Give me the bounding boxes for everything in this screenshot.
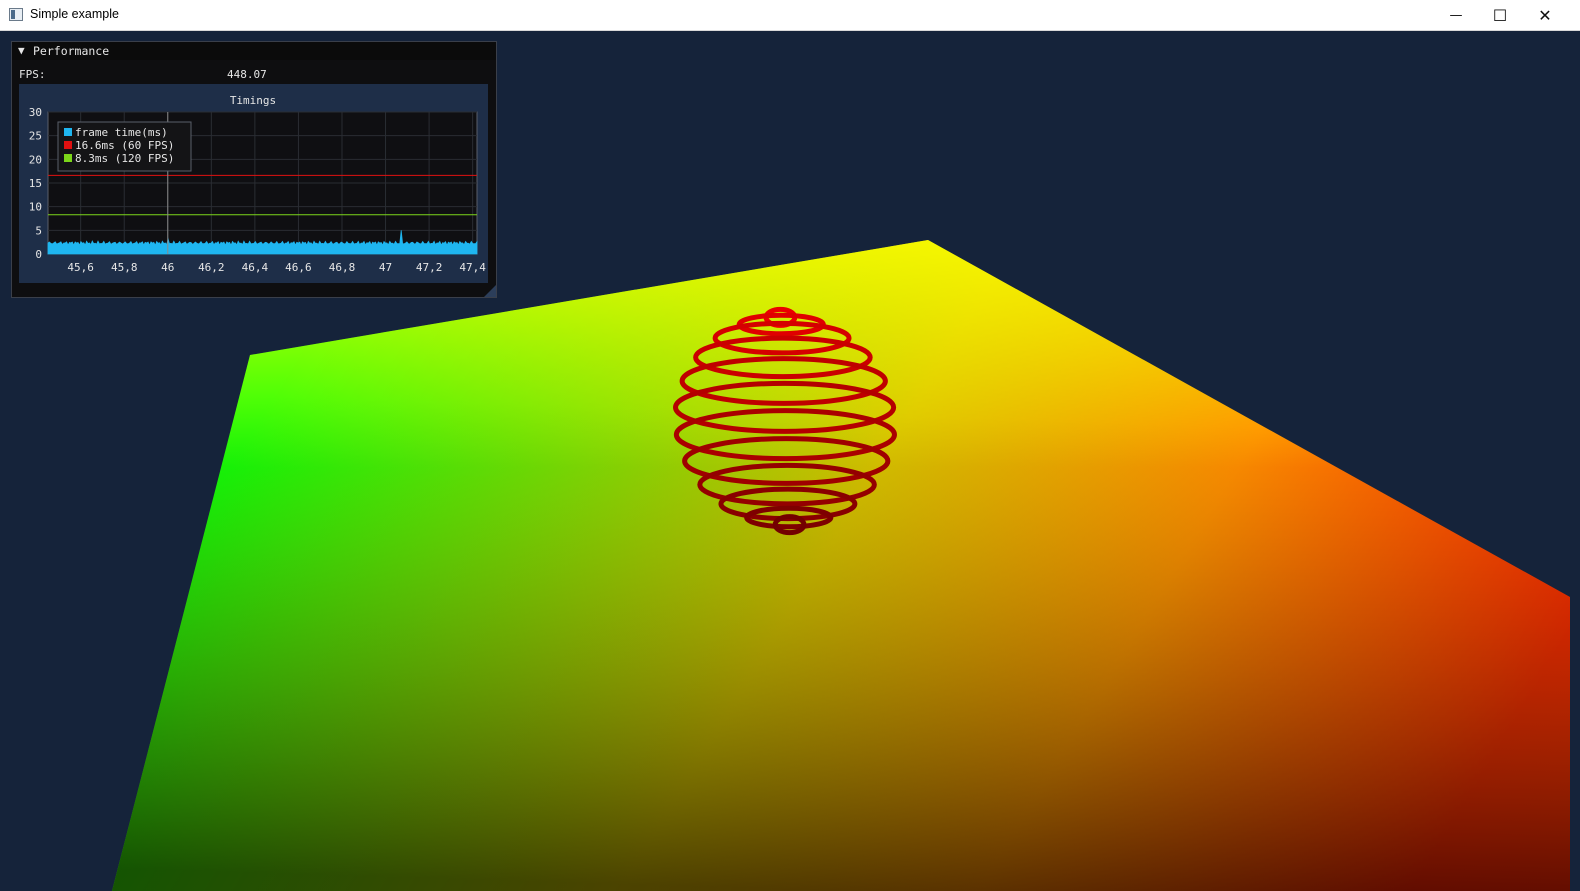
y-tick-label: 25	[29, 130, 42, 143]
y-tick-label: 30	[29, 106, 42, 119]
legend-swatch	[64, 154, 72, 162]
legend-label: 8.3ms (120 FPS)	[75, 152, 174, 165]
legend-label: 16.6ms (60 FPS)	[75, 139, 174, 152]
legend-swatch	[64, 128, 72, 136]
gradient-plane	[112, 240, 1570, 891]
maximize-button[interactable]: ☐	[1477, 0, 1523, 31]
close-button[interactable]: ✕	[1522, 0, 1568, 31]
timings-plot[interactable]: Timings 30 25 20 15 10 5 0 45,6 45,8 46 46,2 46,4 46,…	[19, 84, 488, 283]
y-tick-label: 10	[29, 201, 42, 214]
x-tick-label: 45,6	[67, 261, 94, 274]
x-tick-label: 47,2	[416, 261, 443, 274]
x-tick-label: 46,4	[242, 261, 269, 274]
x-tick-label: 47,4	[459, 261, 486, 274]
performance-panel-header[interactable]: ▼ Performance	[12, 42, 496, 60]
app-window-icon	[9, 8, 23, 21]
fps-label: FPS:	[19, 68, 46, 81]
legend-label: frame time(ms)	[75, 126, 168, 139]
y-tick-label: 15	[29, 177, 42, 190]
y-tick-label: 20	[29, 153, 42, 166]
x-tick-label: 46,6	[285, 261, 312, 274]
close-icon: ✕	[1538, 6, 1552, 25]
panel-title: Performance	[33, 44, 110, 58]
y-tick-label: 5	[35, 224, 42, 237]
x-tick-label: 46	[161, 261, 174, 274]
minimize-button[interactable]: —	[1433, 0, 1479, 31]
y-tick-label: 0	[35, 248, 42, 261]
minimize-icon: —	[1449, 8, 1463, 23]
fps-value: 448.07	[227, 68, 267, 81]
window-titlebar[interactable]: Simple example — ☐ ✕	[0, 0, 1580, 31]
x-tick-label: 46,2	[198, 261, 225, 274]
x-tick-label: 46,8	[329, 261, 356, 274]
legend-swatch	[64, 141, 72, 149]
window-title: Simple example	[30, 7, 119, 21]
resize-grip[interactable]	[484, 285, 496, 297]
timings-chart[interactable]: Timings 30 25 20 15 10 5 0 45,6 45,8 46 46,2 46,4 46,…	[19, 84, 488, 283]
x-tick-label: 45,8	[111, 261, 138, 274]
chart-title: Timings	[230, 94, 276, 107]
x-tick-label: 47	[379, 261, 392, 274]
collapse-arrow-icon[interactable]: ▼	[18, 44, 25, 57]
performance-panel[interactable]: ▼ Performance FPS: 448.07 Timings 30 25 20 1…	[11, 41, 497, 298]
maximize-icon: ☐	[1492, 6, 1508, 25]
